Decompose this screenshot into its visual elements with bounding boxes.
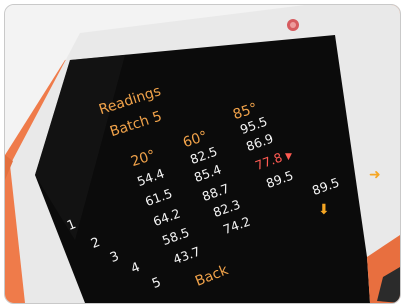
photo-frame: Readings Batch 5 20° 60° 85° 54.4 82.5 9… [4,4,401,304]
indicator-led-glint [290,22,296,28]
device-photo [5,5,400,303]
